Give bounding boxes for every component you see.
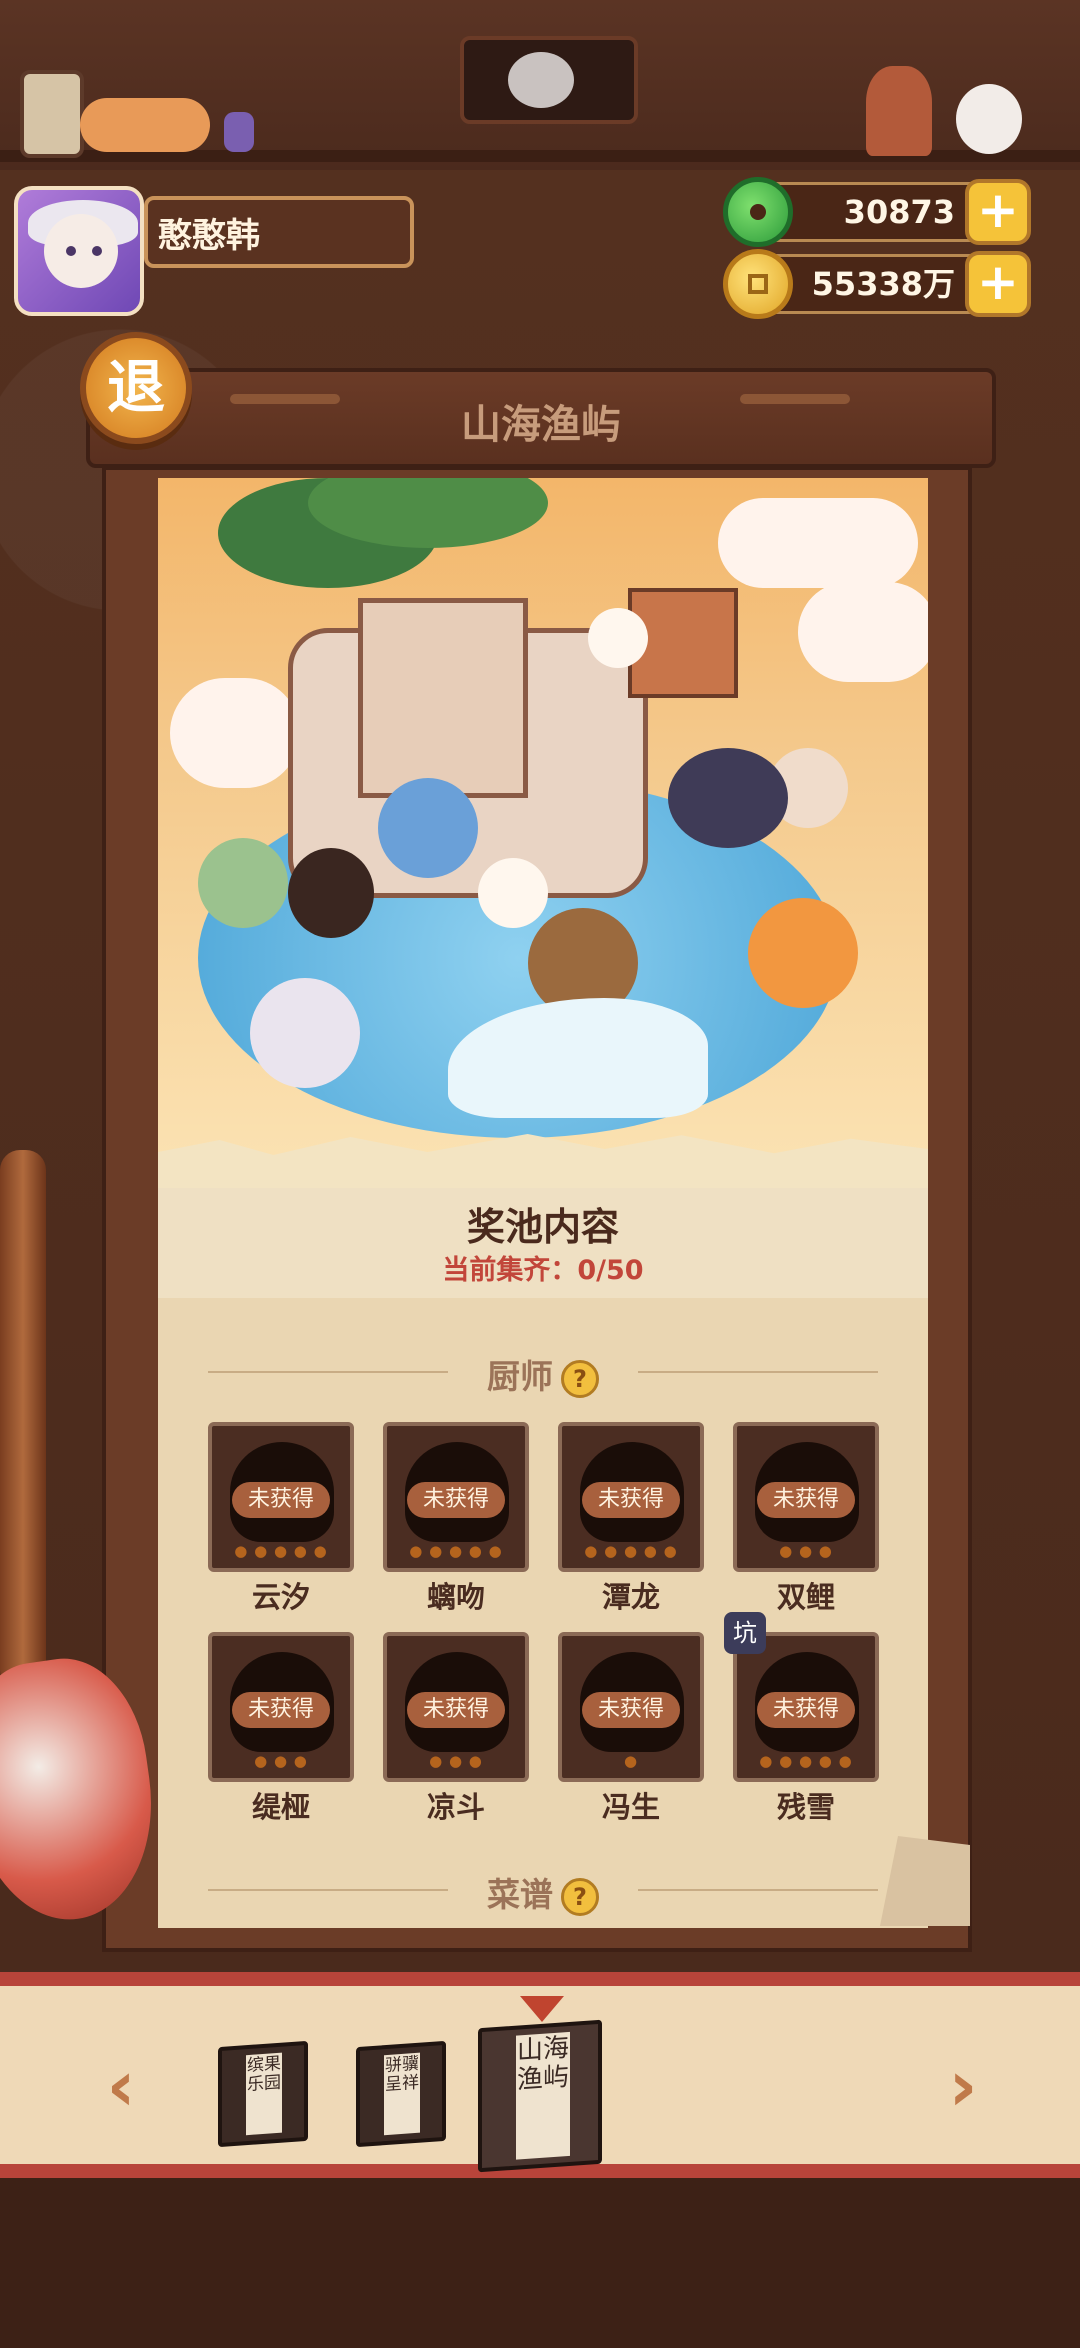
chefs-help-icon[interactable]: ? [561, 1359, 599, 1398]
collection-progress-label: 当前集齐： [442, 1255, 578, 1286]
chef-name: 双鲤 [776, 1580, 835, 1614]
pool-book[interactable]: 缤果乐园 [218, 2040, 308, 2148]
add-jade-button[interactable]: + [965, 179, 1031, 245]
coin-amount: 55338万 [811, 265, 955, 303]
chef-name: 缇桠 [251, 1790, 310, 1824]
status-badge: 未获得 [582, 1692, 680, 1728]
rarity-beans: ● ● ● ● ● [759, 1752, 853, 1770]
chefs-section-header: 厨师? [208, 1346, 878, 1398]
chef-card[interactable]: 未获得 ● ● ● ● ● [208, 1422, 354, 1572]
chef-name: 冯生 [601, 1790, 660, 1824]
white-cat-decoration [956, 84, 1022, 154]
chef-name: 凉斗 [426, 1790, 485, 1824]
player-avatar[interactable] [14, 186, 144, 316]
pool-book-selected[interactable]: 山海渔屿 [478, 2019, 602, 2173]
duck [478, 858, 548, 928]
ship-cabin [358, 598, 528, 798]
rarity-beans: ● ● ● [429, 1752, 483, 1770]
chef-name: 云汐 [251, 1580, 310, 1614]
pool-title: 奖池内容 [466, 1205, 619, 1249]
status-badge: 未获得 [232, 1482, 330, 1518]
pool-book-label: 山海渔屿 [516, 2031, 570, 2160]
status-badge: 未获得 [757, 1482, 855, 1518]
chef-card[interactable]: 未获得 ● ● ● ● ● [383, 1422, 529, 1572]
status-badge: 未获得 [582, 1482, 680, 1518]
cat-decoration [80, 98, 210, 152]
player-name[interactable]: 憨憨韩 [144, 196, 414, 268]
next-pool-button[interactable]: › [936, 2051, 990, 2121]
chef-name: 螭吻 [426, 1580, 485, 1614]
duck [588, 608, 648, 668]
pool-illustration [158, 478, 928, 1168]
status-badge: 未获得 [407, 1482, 505, 1518]
jade-icon [723, 177, 793, 247]
prev-pool-button[interactable]: ‹ [94, 2051, 148, 2121]
doll-decoration [866, 66, 932, 156]
rarity-beans: ● ● ● [254, 1752, 308, 1770]
player-name-text: 憨憨韩 [158, 215, 260, 256]
chef-card[interactable]: 未获得 ● ● ● [383, 1632, 529, 1782]
avatar-eye [92, 246, 102, 256]
cloud [798, 582, 928, 682]
recipes-section-header: 菜谱? [208, 1864, 878, 1916]
collection-progress-value: 0/50 [577, 1255, 644, 1286]
chef-name: 残雪 [776, 1790, 835, 1824]
selected-marker-icon [520, 1996, 564, 2022]
pit-tag: 坑 [724, 1612, 766, 1654]
cloud [718, 498, 918, 588]
rarity-beans: ● ● ● ● ● [409, 1542, 503, 1560]
status-badge: 未获得 [232, 1692, 330, 1728]
chef-card[interactable]: 未获得 ● ● ● [208, 1632, 354, 1782]
chef-card[interactable]: 未获得 ● [558, 1632, 704, 1782]
collection-progress: 当前集齐：0/50 [158, 1248, 928, 1287]
pool-scroll-panel: 奖池内容 当前集齐：0/50 厨师? 未获得 ● ● ● ● ● 云汐 未获得 … [102, 466, 972, 1952]
pool-paper[interactable]: 奖池内容 当前集齐：0/50 厨师? 未获得 ● ● ● ● ● 云汐 未获得 … [158, 478, 928, 1928]
character-dark-hair [288, 848, 374, 938]
chef-card[interactable]: 未获得 ● ● ● ● ● [558, 1422, 704, 1572]
hanging-scroll-decoration [20, 70, 84, 158]
brush-handle [0, 1150, 46, 1690]
avatar-eye [66, 246, 76, 256]
chef-card[interactable]: 未获得 ● ● ● [733, 1422, 879, 1572]
jade-amount: 30873 [843, 193, 955, 231]
pool-list[interactable]: 厨师? 未获得 ● ● ● ● ● 云汐 未获得 ● ● ● ● ● 螭吻 未获… [158, 1298, 928, 1928]
chefs-section-label: 厨师 [487, 1357, 553, 1396]
chef-name: 潭龙 [601, 1580, 660, 1614]
jade-currency: 30873 + [723, 177, 1031, 247]
pool-book[interactable]: 骈骥呈祥 [356, 2040, 446, 2148]
chef-card[interactable]: 未获得 ● ● ● ● ● [733, 1632, 879, 1782]
page-title: 山海渔屿 [461, 402, 621, 448]
jar-decoration [224, 112, 254, 152]
cloud [170, 678, 300, 788]
character-green-hair [198, 838, 288, 928]
rarity-beans: ● ● ● ● ● [234, 1542, 328, 1560]
pool-book-label: 骈骥呈祥 [384, 2052, 420, 2136]
coin-currency: 55338万 + [723, 249, 1031, 319]
status-badge: 未获得 [407, 1692, 505, 1728]
raccoon-decoration [508, 52, 574, 108]
character-orange-hair [748, 898, 858, 1008]
status-badge: 未获得 [757, 1692, 855, 1728]
rarity-beans: ● ● ● ● ● [584, 1542, 678, 1560]
rarity-beans: ● ● ● [779, 1542, 833, 1560]
avatar-face [44, 214, 118, 288]
title-bar: 山海渔屿 [86, 368, 996, 468]
rarity-beans: ● [623, 1752, 639, 1770]
recipes-help-icon[interactable]: ? [561, 1877, 599, 1916]
recipes-section-label: 菜谱 [487, 1875, 553, 1914]
character-white-hair [250, 978, 360, 1088]
bottom-background [0, 2178, 1080, 2348]
exit-button[interactable]: 退 [80, 332, 192, 444]
character-blue-hair [378, 778, 478, 878]
add-coins-button[interactable]: + [965, 251, 1031, 317]
pool-book-label: 缤果乐园 [246, 2052, 282, 2136]
whale [668, 748, 788, 848]
coin-icon [723, 249, 793, 319]
